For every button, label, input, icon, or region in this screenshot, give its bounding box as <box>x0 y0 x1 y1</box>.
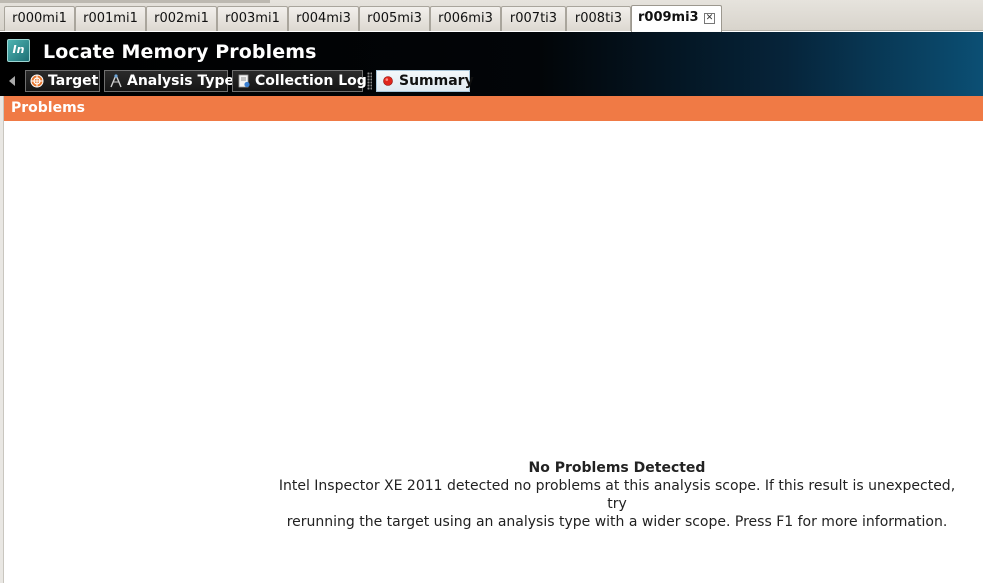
tab-r008ti3[interactable]: r008ti3 <box>566 6 631 31</box>
close-tab-icon[interactable]: ✕ <box>704 13 715 24</box>
page-title: Locate Memory Problems <box>43 41 317 63</box>
tab-r003mi1[interactable]: r003mi1 <box>217 6 288 31</box>
no-problems-message: No Problems Detected Intel Inspector XE … <box>270 459 964 531</box>
problems-section-header: Problems <box>4 96 983 121</box>
no-problems-line-2: rerunning the target using an analysis t… <box>286 514 948 530</box>
nav-analysis-type-button[interactable]: Analysis Type <box>104 70 234 92</box>
result-tab-strip: r000mi1 r001mi1 r002mi1 r003mi1 r004mi3 … <box>0 0 983 32</box>
left-pane-edge <box>0 96 4 583</box>
tab-r001mi1[interactable]: r001mi1 <box>75 6 146 31</box>
collection-log-icon <box>238 74 250 88</box>
tab-r009mi3[interactable]: r009mi3 ✕ <box>631 5 722 32</box>
nav-target-label: Target <box>48 73 99 89</box>
red-dot-icon <box>383 76 393 86</box>
tab-r004mi3[interactable]: r004mi3 <box>288 6 359 31</box>
tab-r005mi3[interactable]: r005mi3 <box>359 6 430 31</box>
tab-r002mi1[interactable]: r002mi1 <box>146 6 217 31</box>
nav-separator <box>367 72 372 90</box>
nav-target-button[interactable]: Target <box>25 70 100 92</box>
nav-back-arrow-icon[interactable] <box>9 76 15 86</box>
analysis-type-icon <box>110 74 122 88</box>
analysis-header: In Locate Memory Problems Target Analysi… <box>0 32 983 96</box>
nav-analysis-type-label: Analysis Type <box>127 73 235 89</box>
tab-label: r009mi3 <box>638 10 699 25</box>
nav-collection-log-button[interactable]: Collection Log <box>232 70 367 92</box>
no-problems-title: No Problems Detected <box>528 460 706 476</box>
tab-r007ti3[interactable]: r007ti3 <box>501 6 566 31</box>
tabstrip-top-line <box>0 0 270 3</box>
no-problems-description: Intel Inspector XE 2011 detected no prob… <box>270 477 964 531</box>
nav-summary-label: Summary <box>399 73 474 89</box>
nav-collection-log-label: Collection Log <box>255 73 367 89</box>
target-icon <box>30 74 44 88</box>
tab-r006mi3[interactable]: r006mi3 <box>430 6 501 31</box>
no-problems-line-1: Intel Inspector XE 2011 detected no prob… <box>278 478 956 512</box>
inspector-logo-icon: In <box>7 39 30 62</box>
nav-summary-button[interactable]: Summary <box>376 70 474 92</box>
tab-r000mi1[interactable]: r000mi1 <box>4 6 75 31</box>
